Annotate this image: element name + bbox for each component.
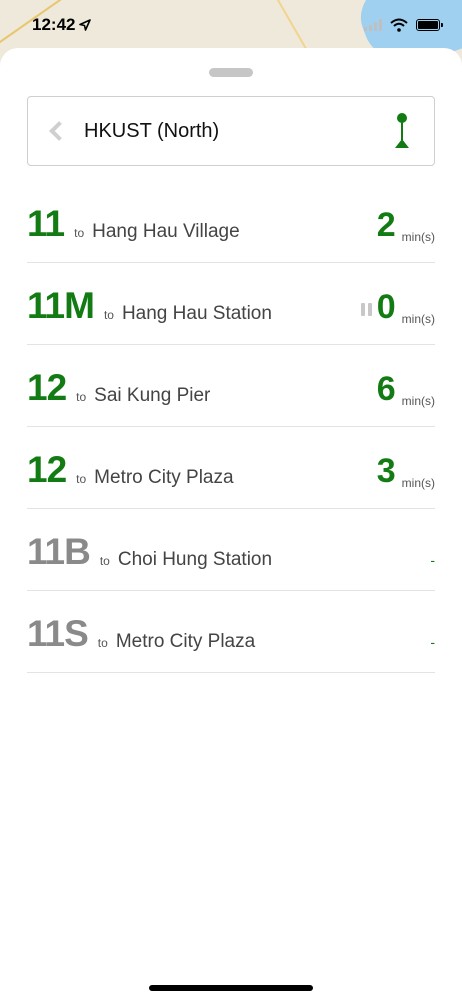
wifi-icon bbox=[390, 18, 408, 32]
to-label: to bbox=[97, 636, 108, 650]
eta-row[interactable]: 11B to Choi Hung Station - bbox=[27, 509, 435, 591]
eta-minutes: 3 bbox=[376, 452, 396, 490]
eta-row[interactable]: 11S to Metro City Plaza - bbox=[27, 591, 435, 673]
eta: 0 min(s) bbox=[360, 288, 435, 326]
eta-minutes: 0 bbox=[376, 288, 396, 326]
status-bar: 12:42 bbox=[0, 0, 462, 50]
eta-unavailable: - bbox=[430, 552, 435, 568]
to-label: to bbox=[76, 390, 87, 404]
destination: Metro City Plaza bbox=[94, 467, 234, 488]
home-indicator[interactable] bbox=[149, 985, 313, 991]
eta-list: 11 to Hang Hau Village 2 min(s) 11M to H… bbox=[27, 181, 435, 673]
route-number: 11B bbox=[27, 531, 91, 572]
eta-minutes: 6 bbox=[376, 370, 396, 408]
stop-name: HKUST (North) bbox=[84, 119, 220, 142]
pause-icon bbox=[360, 303, 372, 316]
location-arrow-icon bbox=[79, 19, 92, 31]
eta-minutes: 2 bbox=[376, 206, 396, 244]
eta-row[interactable]: 11M to Hang Hau Station 0 min(s) bbox=[27, 263, 435, 345]
status-icons bbox=[364, 18, 443, 32]
eta: - bbox=[430, 634, 435, 652]
to-label: to bbox=[99, 554, 110, 568]
eta: 6 min(s) bbox=[376, 370, 435, 408]
status-time: 12:42 bbox=[32, 15, 92, 35]
battery-icon bbox=[416, 19, 443, 31]
destination: Choi Hung Station bbox=[117, 549, 273, 570]
route-number: 11M bbox=[27, 285, 95, 326]
destination: Hang Hau Village bbox=[92, 221, 240, 242]
bus-stop-pin-icon[interactable] bbox=[392, 112, 412, 150]
route-number: 12 bbox=[27, 449, 67, 490]
sheet-grabber[interactable] bbox=[209, 68, 253, 77]
to-label: to bbox=[74, 226, 85, 240]
to-label: to bbox=[103, 308, 114, 322]
eta-row[interactable]: 11 to Hang Hau Village 2 min(s) bbox=[27, 181, 435, 263]
eta: 2 min(s) bbox=[376, 206, 435, 244]
destination: Metro City Plaza bbox=[115, 631, 256, 652]
route-number: 11 bbox=[27, 203, 65, 244]
eta-unavailable: - bbox=[430, 634, 435, 650]
cellular-signal-icon bbox=[364, 19, 382, 31]
bottom-sheet: HKUST (North) 11 to Hang Hau Village 2 m… bbox=[0, 48, 462, 1000]
eta-unit: min(s) bbox=[401, 476, 435, 490]
eta-row[interactable]: 12 to Sai Kung Pier 6 min(s) bbox=[27, 345, 435, 427]
route-number: 11S bbox=[27, 613, 89, 654]
route-number: 12 bbox=[27, 367, 67, 408]
back-chevron-icon[interactable] bbox=[49, 121, 69, 141]
eta-unit: min(s) bbox=[401, 230, 435, 244]
destination: Sai Kung Pier bbox=[94, 385, 211, 406]
clock-label: 12:42 bbox=[32, 15, 76, 34]
destination: Hang Hau Station bbox=[121, 303, 272, 324]
eta: - bbox=[430, 552, 435, 570]
stop-header: HKUST (North) bbox=[27, 96, 435, 166]
to-label: to bbox=[76, 472, 87, 486]
eta-row[interactable]: 12 to Metro City Plaza 3 min(s) bbox=[27, 427, 435, 509]
eta-unit: min(s) bbox=[401, 394, 435, 408]
eta: 3 min(s) bbox=[376, 452, 435, 490]
eta-unit: min(s) bbox=[401, 312, 435, 326]
